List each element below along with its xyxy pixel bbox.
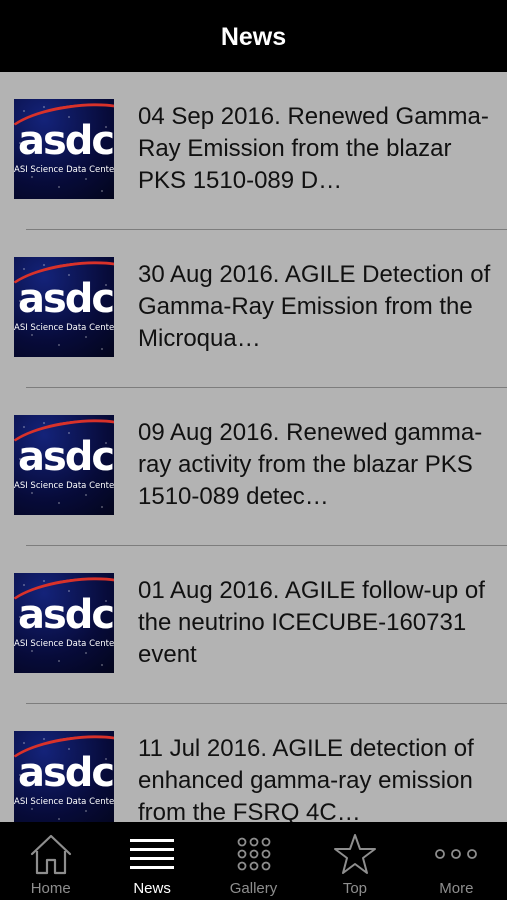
logo-text: asdc (18, 276, 114, 322)
logo-subtitle: ASI Science Data Center (14, 797, 114, 807)
news-item[interactable]: asdc ASI Science Data Center 01 Aug 2016… (0, 546, 507, 704)
tab-bar: Home News Gallery Top More (0, 822, 507, 900)
logo-subtitle: ASI Science Data Center (14, 165, 114, 175)
news-item[interactable]: asdc ASI Science Data Center 30 Aug 2016… (0, 230, 507, 388)
screen: News asdc ASI Science Data Center 04 Sep… (0, 0, 507, 900)
news-item-title: 11 Jul 2016. AGILE detection of enhanced… (138, 735, 474, 822)
logo-subtitle: ASI Science Data Center (14, 481, 114, 491)
news-item-title: 30 Aug 2016. AGILE Detection of Gamma-Ra… (138, 261, 491, 352)
asdc-logo-thumbnail: asdc ASI Science Data Center (14, 415, 114, 515)
logo-text: asdc (18, 434, 114, 480)
tab-label: More (439, 880, 474, 897)
tab-top[interactable]: Top (304, 822, 405, 900)
news-item[interactable]: asdc ASI Science Data Center 11 Jul 2016… (0, 704, 507, 822)
list-icon (128, 832, 176, 876)
tab-home[interactable]: Home (0, 822, 101, 900)
news-item-title: 04 Sep 2016. Renewed Gamma-Ray Emission … (138, 103, 489, 194)
tab-label: News (133, 880, 171, 897)
news-item-title: 01 Aug 2016. AGILE follow-up of the neut… (138, 577, 485, 668)
tab-label: Home (30, 880, 71, 897)
news-item[interactable]: asdc ASI Science Data Center 09 Aug 2016… (0, 388, 507, 546)
tab-label: Gallery (229, 880, 278, 897)
more-icon (432, 832, 480, 876)
star-icon (331, 832, 379, 876)
asdc-logo-thumbnail: asdc ASI Science Data Center (14, 99, 114, 199)
tab-label: Top (342, 880, 368, 897)
page-title: News (220, 22, 287, 51)
logo-subtitle: ASI Science Data Center (14, 639, 114, 649)
grid-icon (230, 832, 278, 876)
tab-gallery[interactable]: Gallery (203, 822, 304, 900)
tab-more[interactable]: More (406, 822, 507, 900)
news-item-title: 09 Aug 2016. Renewed gamma-ray activity … (138, 419, 483, 510)
news-list[interactable]: asdc ASI Science Data Center 04 Sep 2016… (0, 72, 507, 822)
home-icon (27, 832, 75, 876)
navigation-bar: News (0, 0, 507, 72)
tab-news[interactable]: News (101, 822, 202, 900)
asdc-logo-thumbnail: asdc ASI Science Data Center (14, 731, 114, 822)
logo-text: asdc (18, 592, 114, 638)
logo-text: asdc (18, 118, 114, 164)
asdc-logo-thumbnail: asdc ASI Science Data Center (14, 257, 114, 357)
asdc-logo-thumbnail: asdc ASI Science Data Center (14, 573, 114, 673)
news-item[interactable]: asdc ASI Science Data Center 04 Sep 2016… (0, 72, 507, 230)
logo-text: asdc (18, 750, 114, 796)
logo-subtitle: ASI Science Data Center (14, 323, 114, 333)
